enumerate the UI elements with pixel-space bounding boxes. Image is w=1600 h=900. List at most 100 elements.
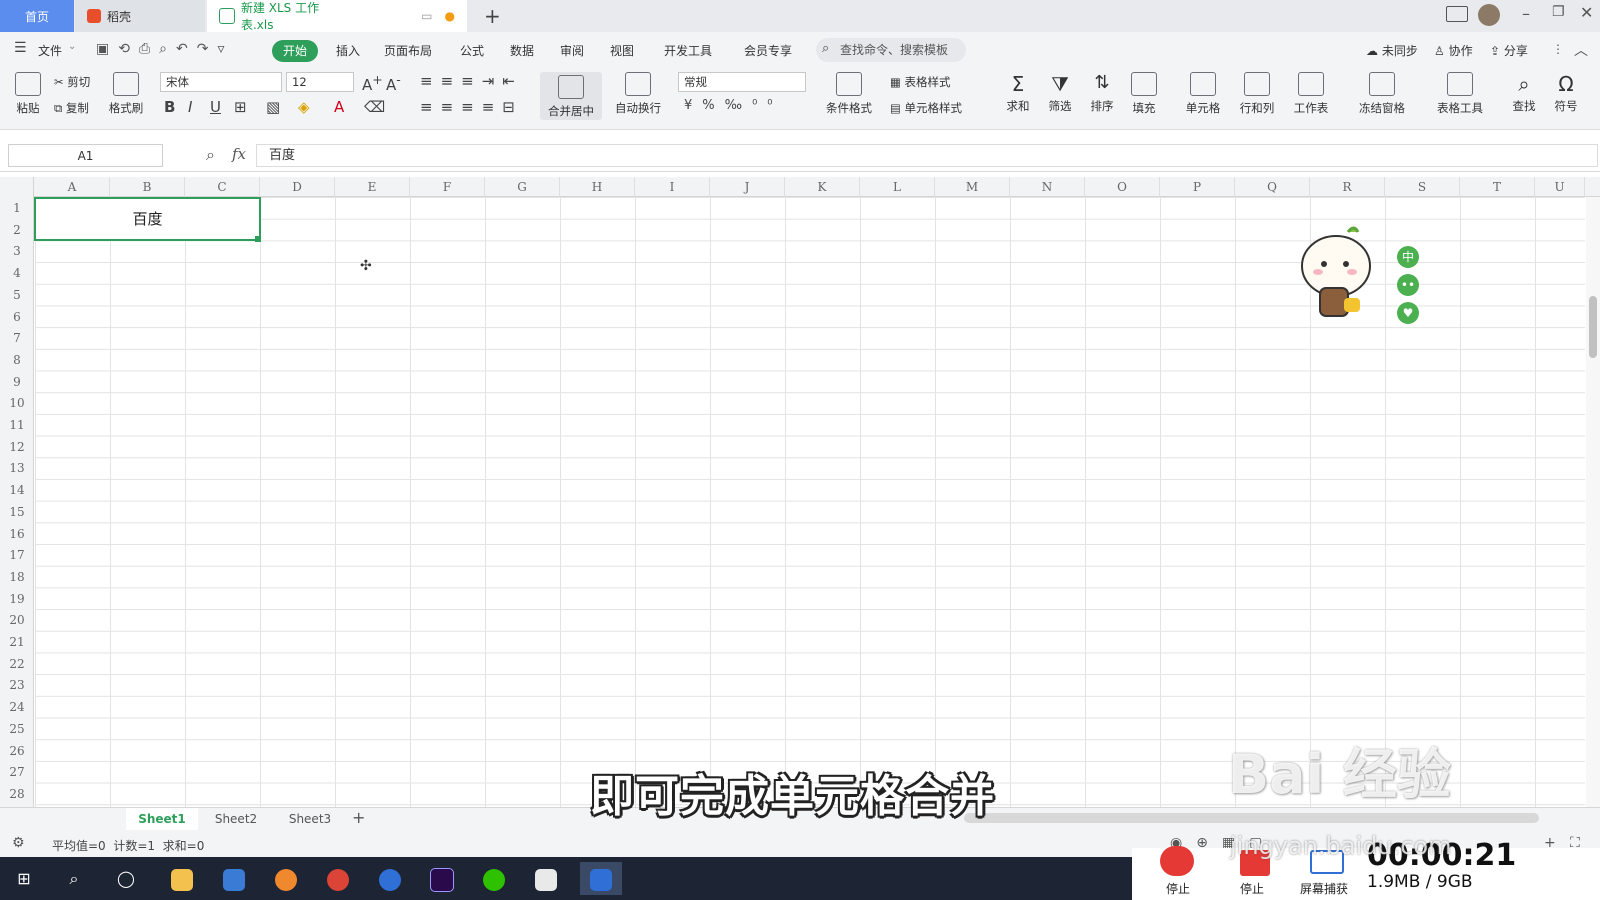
row-header-26[interactable]: 26: [0, 740, 34, 762]
menu-page-layout[interactable]: 页面布局: [378, 40, 438, 62]
row-header-24[interactable]: 24: [0, 696, 34, 718]
font-grow-icon[interactable]: A+: [362, 72, 383, 94]
vertical-scroll-thumb[interactable]: [1589, 296, 1597, 358]
paste-button[interactable]: 粘贴: [10, 72, 46, 116]
sheet-tab-3[interactable]: Sheet3: [274, 808, 346, 830]
row-header-1[interactable]: 1: [0, 197, 34, 219]
row-header-25[interactable]: 25: [0, 718, 34, 740]
mascot-icon[interactable]: [1300, 226, 1374, 322]
stop-record-icon[interactable]: [1160, 846, 1194, 876]
font-color-icon[interactable]: A: [334, 98, 344, 116]
chrome-icon[interactable]: [320, 862, 356, 895]
row-col-button[interactable]: 行和列: [1234, 72, 1280, 116]
menu-developer[interactable]: 开发工具: [658, 40, 718, 62]
row-header-17[interactable]: 17: [0, 544, 34, 566]
float-emoji-icon[interactable]: ••: [1397, 274, 1419, 296]
column-header-Q[interactable]: Q: [1235, 177, 1310, 197]
column-header-A[interactable]: A: [35, 177, 110, 197]
border-icon[interactable]: ⊞: [234, 98, 247, 116]
row-header-18[interactable]: 18: [0, 566, 34, 588]
premiere-icon[interactable]: [424, 862, 460, 895]
row-header-11[interactable]: 11: [0, 414, 34, 436]
float-shirt-icon[interactable]: ♥: [1397, 302, 1419, 324]
column-header-T[interactable]: T: [1460, 177, 1535, 197]
column-header-S[interactable]: S: [1385, 177, 1460, 197]
menu-review[interactable]: 审阅: [554, 40, 590, 62]
row-header-10[interactable]: 10: [0, 392, 34, 414]
monitor-icon[interactable]: ▭: [421, 9, 432, 23]
menu-start[interactable]: 开始: [272, 40, 319, 62]
column-header-N[interactable]: N: [1010, 177, 1085, 197]
tab-file[interactable]: 新建 XLS 工作表.xls ▭ ●: [207, 0, 467, 32]
table-tools-button[interactable]: 表格工具: [1430, 72, 1490, 116]
freeze-button[interactable]: 冻结窗格: [1352, 72, 1412, 116]
cell-button[interactable]: 单元格: [1180, 72, 1226, 116]
fill-handle[interactable]: [255, 236, 261, 242]
fill-color-icon[interactable]: ◈: [298, 98, 310, 116]
select-all-corner[interactable]: [0, 177, 34, 197]
row-header-4[interactable]: 4: [0, 262, 34, 284]
menu-formula[interactable]: 公式: [454, 40, 490, 62]
eraser-icon[interactable]: ⌫: [364, 98, 385, 116]
menu-insert[interactable]: 插入: [330, 40, 366, 62]
windows-start-icon[interactable]: ⊞: [6, 862, 42, 895]
avatar[interactable]: [1478, 4, 1500, 26]
explorer-icon[interactable]: [164, 862, 200, 895]
align-top-row-icons[interactable]: ≡≡≡⇥⇤: [420, 72, 523, 90]
close-icon[interactable]: ✕: [1580, 3, 1593, 22]
float-input-icon[interactable]: 中: [1397, 246, 1419, 268]
column-header-G[interactable]: G: [485, 177, 560, 197]
row-header-27[interactable]: 27: [0, 761, 34, 783]
font-name-select[interactable]: 宋体: [160, 72, 282, 92]
menu-view[interactable]: 视图: [604, 40, 640, 62]
sheet-tab-1[interactable]: Sheet1: [126, 808, 198, 830]
window-mode-icon[interactable]: [1446, 6, 1468, 22]
column-header-L[interactable]: L: [860, 177, 935, 197]
mail-icon[interactable]: [216, 862, 252, 895]
wechat-icon[interactable]: [476, 862, 512, 895]
column-header-F[interactable]: F: [410, 177, 485, 197]
hamburger-icon[interactable]: ☰: [14, 40, 27, 56]
fill-button[interactable]: 填充: [1126, 72, 1162, 116]
merged-cell-a1-c2[interactable]: 百度: [34, 197, 261, 241]
column-header-C[interactable]: C: [185, 177, 260, 197]
column-header-K[interactable]: K: [785, 177, 860, 197]
cond-format-button[interactable]: 条件格式: [820, 72, 878, 116]
row-header-13[interactable]: 13: [0, 457, 34, 479]
underline-icon[interactable]: U: [210, 98, 221, 116]
column-header-P[interactable]: P: [1160, 177, 1235, 197]
row-header-12[interactable]: 12: [0, 436, 34, 458]
sheet-tab-2[interactable]: Sheet2: [200, 808, 272, 830]
stop-label-1[interactable]: 停止: [1166, 880, 1190, 897]
more-icon[interactable]: ⋮: [1552, 42, 1564, 56]
collapse-ribbon-icon[interactable]: ︿: [1574, 40, 1588, 60]
status-icon[interactable]: ⚙: [12, 835, 25, 851]
column-header-H[interactable]: H: [560, 177, 635, 197]
app-image-icon[interactable]: [528, 862, 564, 895]
row-header-23[interactable]: 23: [0, 674, 34, 696]
column-header-J[interactable]: J: [710, 177, 785, 197]
column-header-O[interactable]: O: [1085, 177, 1160, 197]
row-header-9[interactable]: 9: [0, 371, 34, 393]
zoom-icon[interactable]: ⌕: [206, 145, 215, 165]
tab-home[interactable]: 首页: [0, 0, 74, 32]
restore-icon[interactable]: ❐: [1552, 4, 1565, 20]
vertical-scrollbar[interactable]: [1586, 197, 1600, 807]
row-header-8[interactable]: 8: [0, 349, 34, 371]
minimize-icon[interactable]: –: [1522, 4, 1530, 23]
cell-style-button[interactable]: ▤ 单元格样式: [890, 100, 962, 116]
merge-center-button[interactable]: 合并居中: [540, 72, 602, 120]
row-header-15[interactable]: 15: [0, 501, 34, 523]
row-header-20[interactable]: 20: [0, 609, 34, 631]
sogou-icon[interactable]: [372, 862, 408, 895]
unsynced-button[interactable]: ☁ 未同步: [1360, 40, 1424, 62]
menu-file[interactable]: 文件: [32, 40, 68, 62]
capture-label[interactable]: 屏幕捕获: [1300, 880, 1348, 897]
search-input[interactable]: 查找命令、搜索模板: [816, 38, 966, 62]
tab-daoke[interactable]: 稻壳: [75, 0, 205, 32]
app-orange-icon[interactable]: [268, 862, 304, 895]
row-header-7[interactable]: 7: [0, 327, 34, 349]
row-header-5[interactable]: 5: [0, 284, 34, 306]
table-style-button[interactable]: ▦ 表格样式: [890, 74, 951, 90]
row-header-2[interactable]: 2: [0, 219, 34, 241]
